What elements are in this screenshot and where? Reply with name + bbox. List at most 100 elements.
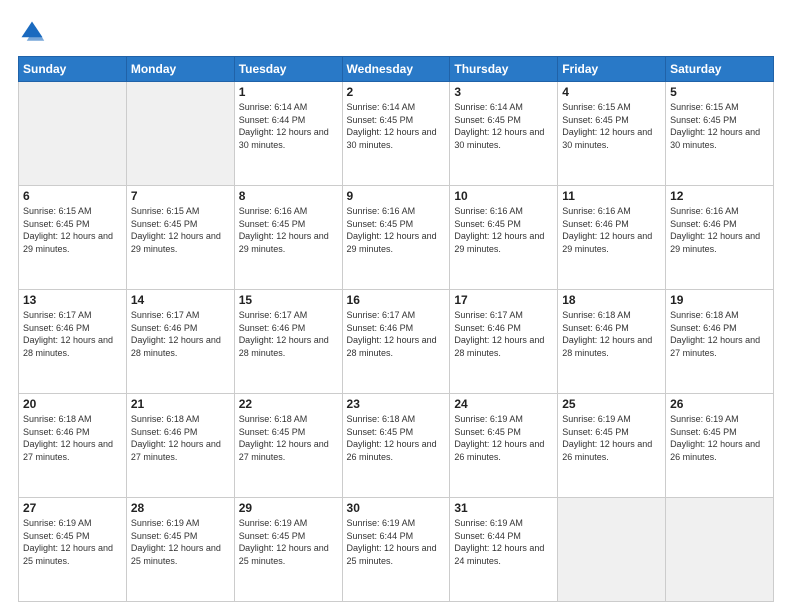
calendar-cell: 9Sunrise: 6:16 AMSunset: 6:45 PMDaylight… (342, 186, 450, 290)
calendar-cell: 17 Sunrise: 6:17 AMSunset: 6:46 PMDayligh… (450, 290, 558, 394)
day-number: 31 (454, 501, 553, 515)
day-number: 28 (131, 501, 230, 515)
header (18, 18, 774, 46)
day-detail: Sunrise: 6:19 AMSunset: 6:44 PMDaylight:… (454, 517, 553, 567)
day-detail: Sunrise: 6:16 AMSunset: 6:46 PMDaylight:… (562, 205, 661, 255)
day-detail: Sunrise: 6:18 AMSunset: 6:45 PMDaylight:… (239, 413, 338, 463)
day-detail: Sunrise: 6:16 AMSunset: 6:45 PMDaylight:… (239, 205, 338, 255)
week-row-2: 13 Sunrise: 6:17 AMSunset: 6:46 PMDayligh… (19, 290, 774, 394)
calendar-cell: 31 Sunrise: 6:19 AMSunset: 6:44 PMDayligh… (450, 498, 558, 602)
calendar-cell: 24 Sunrise: 6:19 AMSunset: 6:45 PMDayligh… (450, 394, 558, 498)
day-number: 8 (239, 189, 338, 203)
calendar-cell: 18 Sunrise: 6:18 AMSunset: 6:46 PMDayligh… (558, 290, 666, 394)
day-detail: Sunrise: 6:18 AMSunset: 6:46 PMDaylight:… (562, 309, 661, 359)
weekday-header-thursday: Thursday (450, 57, 558, 82)
calendar-cell: 5Sunrise: 6:15 AMSunset: 6:45 PMDaylight… (666, 82, 774, 186)
calendar-cell (558, 498, 666, 602)
day-number: 30 (347, 501, 446, 515)
calendar-cell: 22 Sunrise: 6:18 AMSunset: 6:45 PMDayligh… (234, 394, 342, 498)
calendar-cell: 8 Sunrise: 6:16 AMSunset: 6:45 PMDaylight… (234, 186, 342, 290)
day-number: 13 (23, 293, 122, 307)
day-number: 16 (347, 293, 446, 307)
day-detail: Sunrise: 6:19 AMSunset: 6:45 PMDaylight:… (23, 517, 122, 567)
weekday-header-sunday: Sunday (19, 57, 127, 82)
week-row-3: 20 Sunrise: 6:18 AMSunset: 6:46 PMDayligh… (19, 394, 774, 498)
logo (18, 18, 50, 46)
day-detail: Sunrise: 6:18 AMSunset: 6:45 PMDaylight:… (347, 413, 446, 463)
calendar-cell: 25 Sunrise: 6:19 AMSunset: 6:45 PMDayligh… (558, 394, 666, 498)
day-number: 11 (562, 189, 661, 203)
day-number: 2 (347, 85, 446, 99)
logo-icon (18, 18, 46, 46)
day-number: 29 (239, 501, 338, 515)
day-number: 17 (454, 293, 553, 307)
calendar-cell: 15 Sunrise: 6:17 AMSunset: 6:46 PMDayligh… (234, 290, 342, 394)
week-row-1: 6 Sunrise: 6:15 AMSunset: 6:45 PMDaylight… (19, 186, 774, 290)
calendar-cell: 11 Sunrise: 6:16 AMSunset: 6:46 PMDayligh… (558, 186, 666, 290)
calendar-cell: 3 Sunrise: 6:14 AMSunset: 6:45 PMDaylight… (450, 82, 558, 186)
day-detail: Sunrise: 6:19 AMSunset: 6:45 PMDaylight:… (131, 517, 230, 567)
calendar-cell: 26Sunrise: 6:19 AMSunset: 6:45 PMDayligh… (666, 394, 774, 498)
day-detail: Sunrise: 6:16 AMSunset: 6:45 PMDaylight:… (454, 205, 553, 255)
day-detail: Sunrise: 6:17 AMSunset: 6:46 PMDaylight:… (239, 309, 338, 359)
day-detail: Sunrise: 6:19 AMSunset: 6:45 PMDaylight:… (454, 413, 553, 463)
calendar-cell: 20Sunrise: 6:18 AMSunset: 6:46 PMDayligh… (19, 394, 127, 498)
calendar-cell: 6 Sunrise: 6:15 AMSunset: 6:45 PMDaylight… (19, 186, 127, 290)
day-number: 9 (347, 189, 446, 203)
weekday-header-row: SundayMondayTuesdayWednesdayThursdayFrid… (19, 57, 774, 82)
day-detail: Sunrise: 6:18 AMSunset: 6:46 PMDaylight:… (131, 413, 230, 463)
day-number: 7 (131, 189, 230, 203)
day-number: 6 (23, 189, 122, 203)
day-detail: Sunrise: 6:19 AMSunset: 6:45 PMDaylight:… (239, 517, 338, 567)
day-detail: Sunrise: 6:17 AMSunset: 6:46 PMDaylight:… (23, 309, 122, 359)
calendar-cell: 21Sunrise: 6:18 AMSunset: 6:46 PMDayligh… (126, 394, 234, 498)
day-number: 10 (454, 189, 553, 203)
calendar-cell (666, 498, 774, 602)
day-detail: Sunrise: 6:16 AMSunset: 6:46 PMDaylight:… (670, 205, 769, 255)
day-number: 22 (239, 397, 338, 411)
weekday-header-saturday: Saturday (666, 57, 774, 82)
calendar-cell (19, 82, 127, 186)
calendar-cell: 10 Sunrise: 6:16 AMSunset: 6:45 PMDayligh… (450, 186, 558, 290)
day-number: 12 (670, 189, 769, 203)
weekday-header-tuesday: Tuesday (234, 57, 342, 82)
day-number: 3 (454, 85, 553, 99)
calendar-cell: 14Sunrise: 6:17 AMSunset: 6:46 PMDayligh… (126, 290, 234, 394)
day-detail: Sunrise: 6:18 AMSunset: 6:46 PMDaylight:… (670, 309, 769, 359)
day-number: 20 (23, 397, 122, 411)
day-number: 19 (670, 293, 769, 307)
calendar-cell: 16 Sunrise: 6:17 AMSunset: 6:46 PMDayligh… (342, 290, 450, 394)
day-detail: Sunrise: 6:15 AMSunset: 6:45 PMDaylight:… (131, 205, 230, 255)
page: SundayMondayTuesdayWednesdayThursdayFrid… (0, 0, 792, 612)
day-detail: Sunrise: 6:14 AMSunset: 6:45 PMDaylight:… (454, 101, 553, 151)
day-number: 25 (562, 397, 661, 411)
day-detail: Sunrise: 6:19 AMSunset: 6:45 PMDaylight:… (562, 413, 661, 463)
day-detail: Sunrise: 6:19 AMSunset: 6:44 PMDaylight:… (347, 517, 446, 567)
calendar-cell: 12 Sunrise: 6:16 AMSunset: 6:46 PMDayligh… (666, 186, 774, 290)
day-detail: Sunrise: 6:15 AMSunset: 6:45 PMDaylight:… (23, 205, 122, 255)
calendar-cell: 2 Sunrise: 6:14 AMSunset: 6:45 PMDaylight… (342, 82, 450, 186)
day-number: 27 (23, 501, 122, 515)
day-number: 26 (670, 397, 769, 411)
day-detail: Sunrise: 6:15 AMSunset: 6:45 PMDaylight:… (562, 101, 661, 151)
week-row-0: 1Sunrise: 6:14 AMSunset: 6:44 PMDaylight… (19, 82, 774, 186)
calendar-cell: 23Sunrise: 6:18 AMSunset: 6:45 PMDayligh… (342, 394, 450, 498)
day-detail: Sunrise: 6:15 AMSunset: 6:45 PMDaylight:… (670, 101, 769, 151)
day-number: 1 (239, 85, 338, 99)
weekday-header-monday: Monday (126, 57, 234, 82)
week-row-4: 27 Sunrise: 6:19 AMSunset: 6:45 PMDayligh… (19, 498, 774, 602)
day-number: 18 (562, 293, 661, 307)
day-number: 15 (239, 293, 338, 307)
calendar-cell (126, 82, 234, 186)
calendar-cell: 13 Sunrise: 6:17 AMSunset: 6:46 PMDayligh… (19, 290, 127, 394)
day-number: 24 (454, 397, 553, 411)
calendar-cell: 1Sunrise: 6:14 AMSunset: 6:44 PMDaylight… (234, 82, 342, 186)
day-detail: Sunrise: 6:17 AMSunset: 6:46 PMDaylight:… (454, 309, 553, 359)
calendar-cell: 19 Sunrise: 6:18 AMSunset: 6:46 PMDayligh… (666, 290, 774, 394)
day-number: 4 (562, 85, 661, 99)
calendar-cell: 4 Sunrise: 6:15 AMSunset: 6:45 PMDaylight… (558, 82, 666, 186)
day-detail: Sunrise: 6:14 AMSunset: 6:45 PMDaylight:… (347, 101, 446, 151)
weekday-header-wednesday: Wednesday (342, 57, 450, 82)
calendar-cell: 7 Sunrise: 6:15 AMSunset: 6:45 PMDaylight… (126, 186, 234, 290)
day-detail: Sunrise: 6:17 AMSunset: 6:46 PMDaylight:… (347, 309, 446, 359)
